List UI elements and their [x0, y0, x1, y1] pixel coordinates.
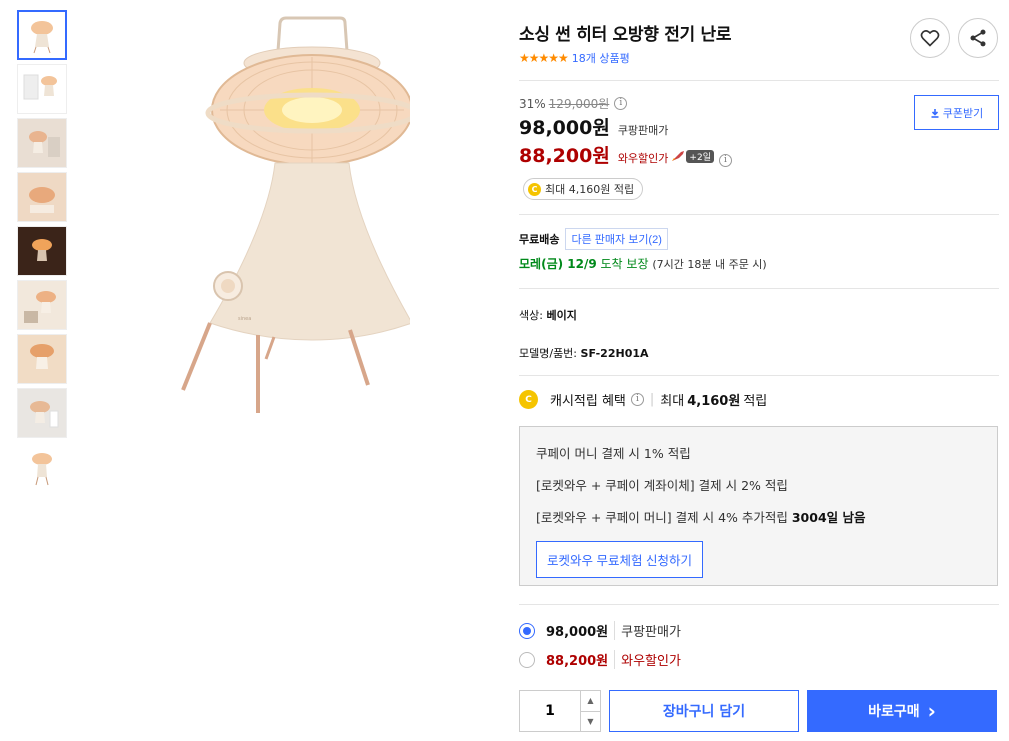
model-option: 모델명/품번: SF-22H01A — [519, 345, 999, 361]
option-price: 88,200원 — [546, 654, 609, 669]
thumbnail-8[interactable] — [17, 388, 67, 438]
cash-benefit-prefix: 최대 — [660, 394, 685, 409]
svg-text:sinea: sinea — [238, 316, 251, 322]
rocketwow-trial-button[interactable]: 로켓와우 무료체험 신청하기 — [536, 541, 703, 578]
free-shipping-label: 무료배송 — [519, 233, 560, 246]
benefit-line-2: [로켓와우 + 쿠페이 계좌이체] 결제 시 2% 적립 — [536, 478, 788, 493]
cash-reward-pill: C 최대 4,160원 적립 — [523, 178, 644, 200]
buy-now-button[interactable]: 바로구매 › — [807, 690, 997, 732]
model-label: 모델명/품번: — [519, 347, 578, 360]
wishlist-button[interactable] — [910, 18, 950, 58]
quantity-stepper: ▲ ▼ — [519, 690, 601, 732]
quantity-decrease-button[interactable]: ▼ — [581, 712, 600, 732]
thumbnail-7[interactable] — [17, 334, 67, 384]
option-price: 98,000원 — [546, 625, 609, 640]
add-to-cart-button[interactable]: 장바구니 담기 — [609, 690, 799, 732]
original-price: 129,000원 — [548, 97, 610, 111]
quantity-input[interactable] — [520, 691, 580, 731]
arrival-date: 모레(금) 12/9 — [519, 257, 597, 271]
price-option-wow[interactable]: 88,200원 와우할인가 — [519, 650, 999, 669]
wow-price-row: 88,200원 와우할인가 +2일 i — [519, 141, 999, 168]
review-count-link[interactable]: 18개 상품평 — [572, 50, 630, 66]
wow-price-label: 와우할인가 — [617, 152, 669, 165]
info-icon[interactable]: i — [718, 154, 732, 167]
arrival-guarantee: 모레(금) 12/9 도착 보장 (7시간 18분 내 주문 시) — [519, 255, 999, 272]
quantity-steps: ▲ ▼ — [580, 691, 600, 731]
thumbnail-6[interactable] — [17, 280, 67, 330]
shipping-row: 무료배송 다른 판매자 보기(2) — [519, 228, 999, 250]
divider — [519, 375, 999, 376]
share-button[interactable] — [958, 18, 998, 58]
model-value: SF-22H01A — [580, 347, 649, 360]
benefit-days-left: 3004일 남음 — [791, 510, 866, 525]
arrival-note: (7시간 18분 내 주문 시) — [652, 258, 767, 271]
thumbnail-2[interactable] — [17, 64, 67, 114]
price-option-list: 98,000원 쿠팡판매가 88,200원 와우할인가 — [519, 605, 999, 669]
color-value: 베이지 — [546, 309, 577, 322]
option-label: 쿠팡판매가 — [614, 621, 681, 640]
coupay-benefit-box: 쿠페이 머니 결제 시 1% 적립 [로켓와우 + 쿠페이 계좌이체] 결제 시… — [519, 426, 998, 586]
buy-now-label: 바로구매 — [868, 704, 920, 720]
cash-reward-text: 최대 4,160원 적립 — [545, 183, 635, 196]
thumbnail-list — [17, 10, 69, 496]
shipping-section: 무료배송 다른 판매자 보기(2) 모레(금) 12/9 도착 보장 (7시간 … — [519, 215, 999, 272]
cash-benefit-row: C 캐시적립 혜택 i | 최대 4,160원 적립 — [519, 390, 999, 409]
discount-rate: 31% — [519, 96, 546, 111]
thumbnail-5[interactable] — [17, 226, 67, 276]
thumbnail-3[interactable] — [17, 118, 67, 168]
radio-button[interactable] — [519, 651, 535, 668]
color-label: 색상: — [519, 309, 543, 322]
benefit-line-3: [로켓와우 + 쿠페이 머니] 결제 시 4% 추가적립 3004일 남음 — [536, 507, 981, 526]
product-info-panel: 소싱 썬 히터 오방향 전기 난로 ★★★★★ 18개 상품평 31% 129,… — [519, 14, 999, 679]
cash-benefit-amount: 4,160원 — [687, 394, 741, 409]
benefit-line-1: 쿠페이 머니 결제 시 1% 적립 — [536, 446, 691, 461]
rocket-badge: +2일 — [671, 149, 714, 163]
price-option-seller[interactable]: 98,000원 쿠팡판매가 — [519, 621, 999, 640]
other-sellers-button[interactable]: 다른 판매자 보기(2) — [565, 228, 668, 250]
product-main-image: sinea — [150, 5, 419, 425]
quantity-increase-button[interactable]: ▲ — [581, 691, 600, 712]
share-icon — [970, 29, 986, 47]
thumbnail-1[interactable] — [17, 10, 67, 60]
delivery-badge: +2일 — [686, 149, 714, 163]
info-icon[interactable]: i — [614, 97, 628, 110]
option-label: 와우할인가 — [614, 650, 681, 669]
sale-price: 98,000원 — [519, 117, 610, 139]
benefit-line-3-text: [로켓와우 + 쿠페이 머니] 결제 시 4% 추가적립 — [536, 510, 792, 525]
coupon-button-label: 쿠폰받기 — [942, 106, 984, 120]
heart-icon — [920, 30, 940, 47]
cash-coin-icon: C — [519, 390, 538, 409]
chevron-down-icon: ▼ — [587, 716, 594, 726]
wow-price: 88,200원 — [519, 145, 610, 167]
download-icon — [931, 108, 939, 118]
info-icon[interactable]: i — [630, 393, 644, 406]
color-option: 색상: 베이지 — [519, 307, 999, 323]
purchase-row: ▲ ▼ 장바구니 담기 바로구매 › — [519, 690, 999, 732]
thumbnail-4[interactable] — [17, 172, 67, 222]
cash-benefit-suffix: 적립 — [743, 394, 768, 409]
coupon-button[interactable]: 쿠폰받기 — [914, 95, 999, 130]
star-rating: ★★★★★ — [519, 51, 569, 65]
radio-button[interactable] — [519, 622, 535, 639]
price-section: 31% 129,000원 i 98,000원 쿠팡판매가 88,200원 와우할… — [519, 81, 999, 200]
cash-coin-icon: C — [528, 182, 541, 196]
chevron-up-icon: ▲ — [587, 696, 594, 706]
sale-price-label: 쿠팡판매가 — [617, 124, 669, 137]
chevron-right-icon: › — [927, 699, 936, 723]
rocket-icon — [672, 151, 685, 161]
separator: | — [649, 392, 655, 407]
thumbnail-9[interactable] — [17, 442, 67, 492]
option-section: 색상: 베이지 모델명/품번: SF-22H01A — [519, 289, 999, 361]
arrival-text: 도착 보장 — [596, 257, 653, 271]
cash-benefit-label: 캐시적립 혜택 — [550, 394, 626, 409]
